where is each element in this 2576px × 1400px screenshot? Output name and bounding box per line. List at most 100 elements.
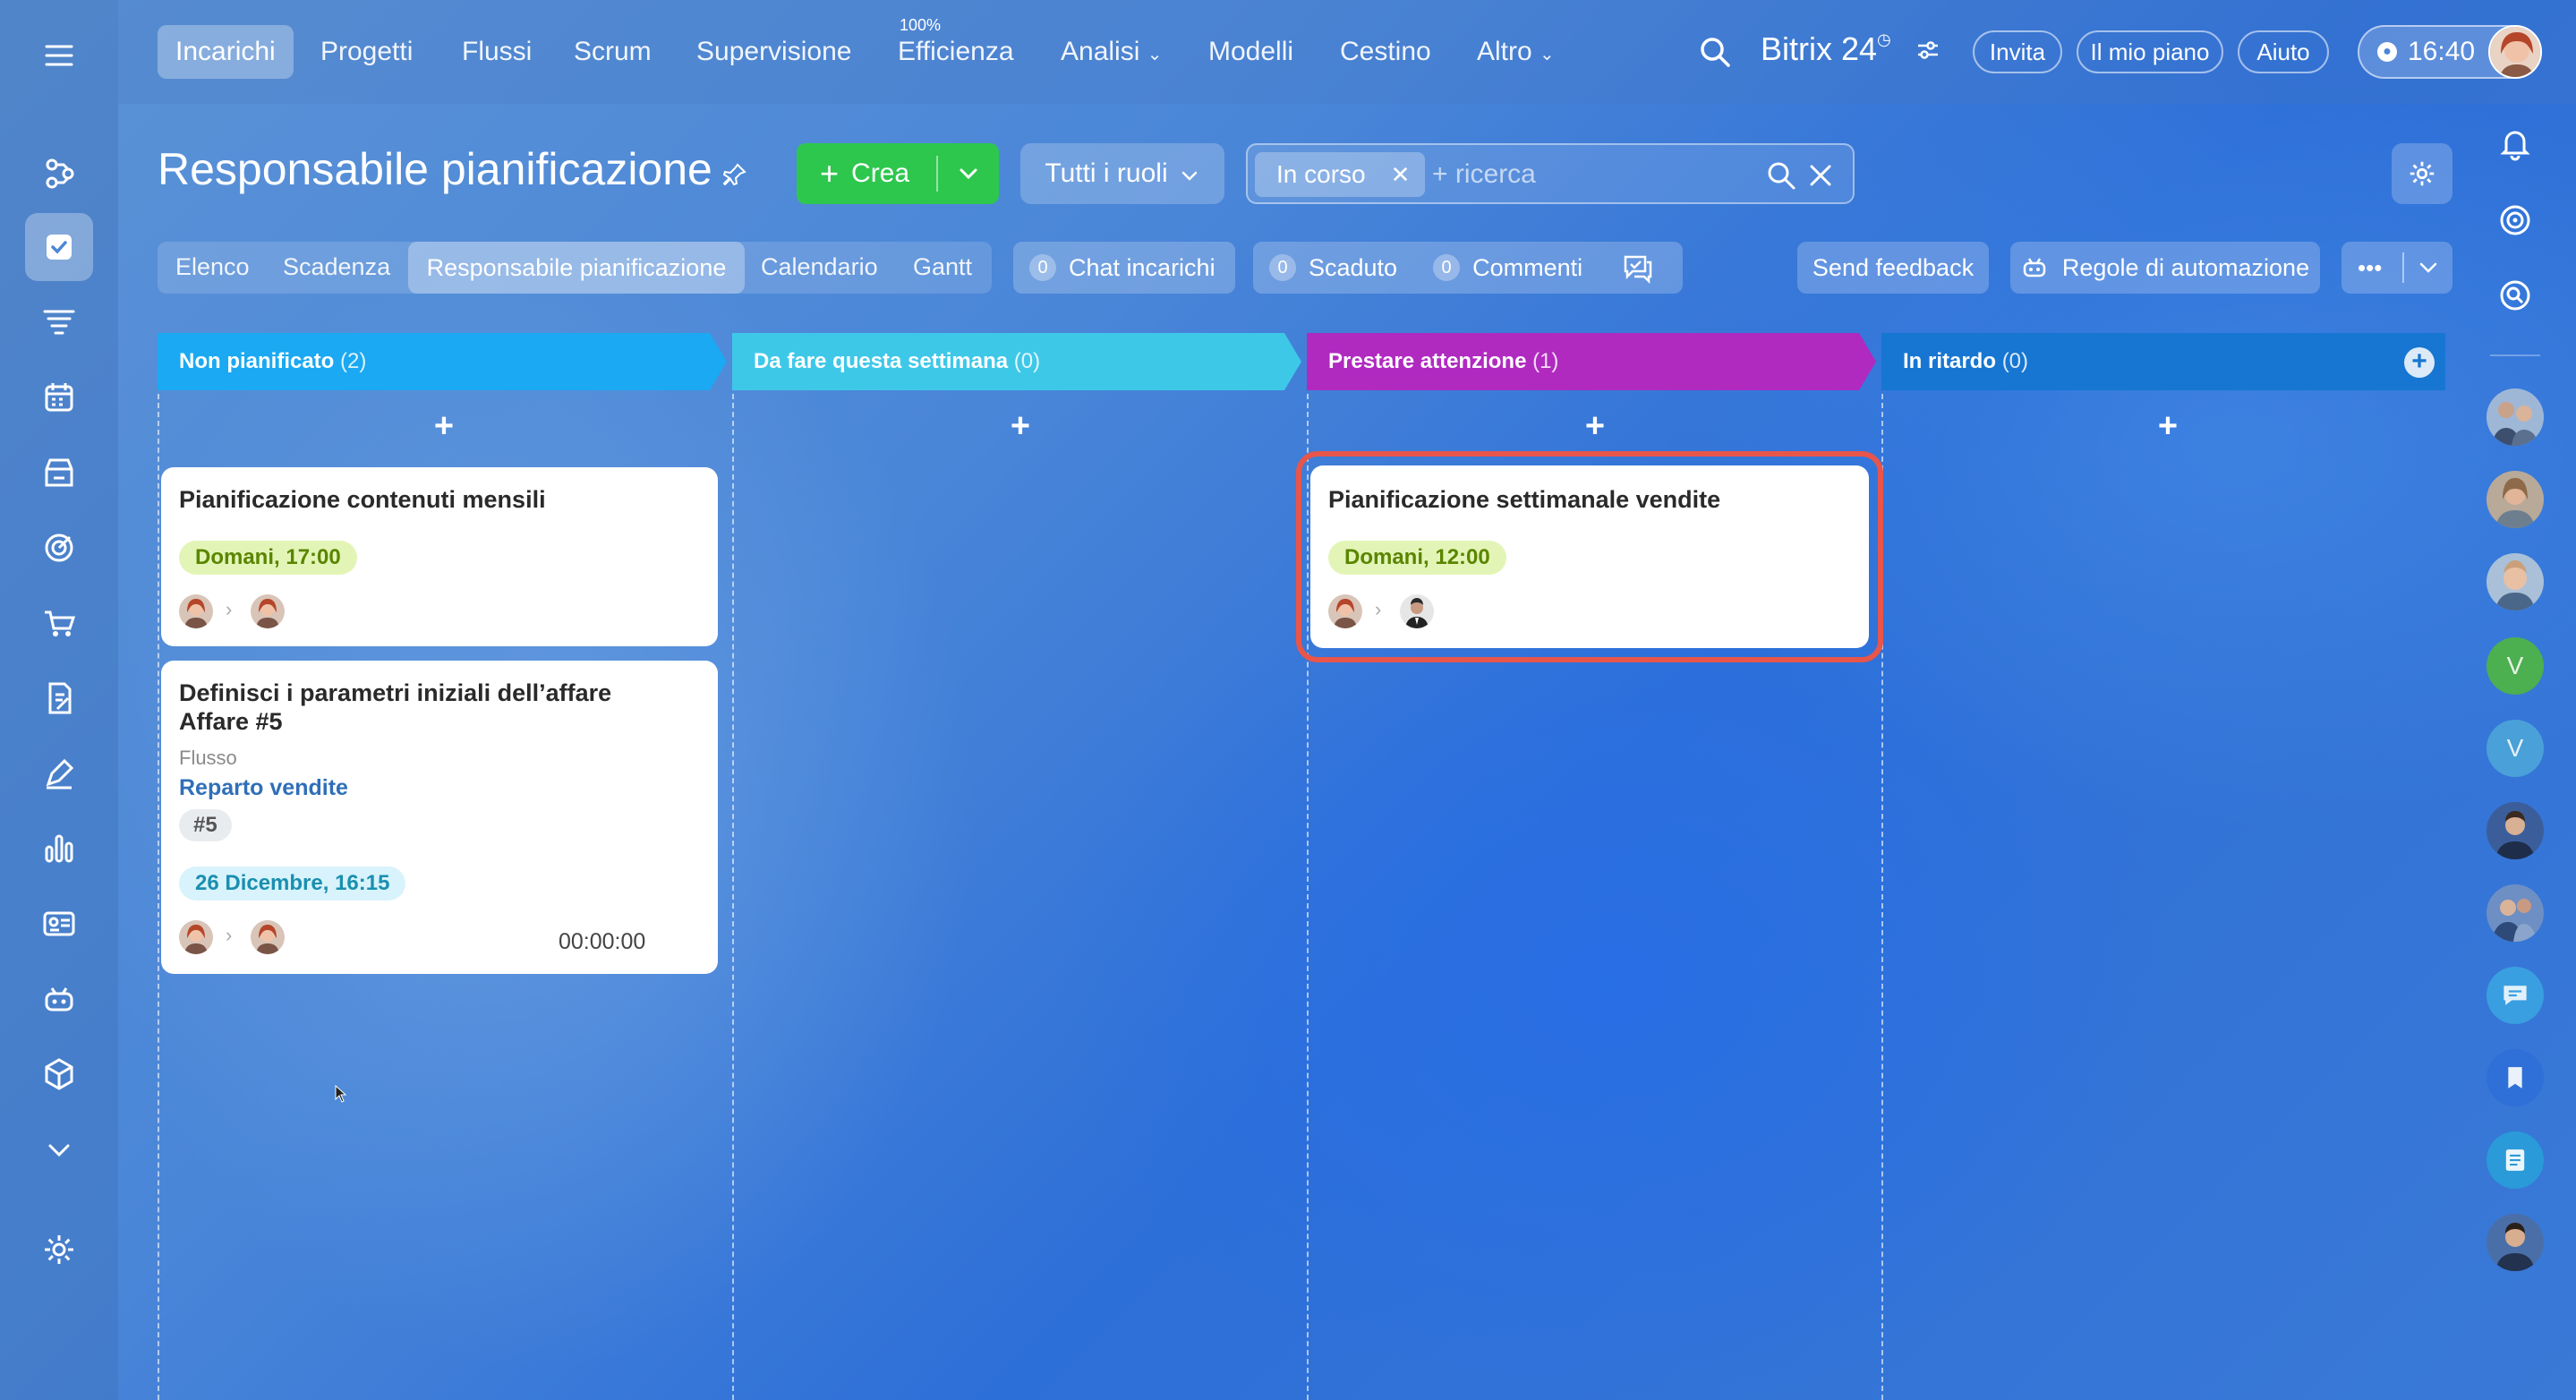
close-icon[interactable]: ✕ (1391, 161, 1411, 189)
bell-icon[interactable] (2488, 116, 2542, 170)
nav-progetti[interactable]: Progetti (320, 25, 413, 79)
chat-bubble-check-icon[interactable] (1622, 252, 1654, 285)
overdue-label[interactable]: Scaduto (1309, 254, 1397, 282)
tag-badge[interactable]: #5 (179, 809, 232, 841)
creator-avatar[interactable] (179, 920, 213, 954)
nav-altro[interactable]: Altro ⌄ (1477, 25, 1555, 79)
column-header-non-pianificato[interactable]: Non pianificato (2) (158, 333, 727, 390)
tasks-icon[interactable] (25, 213, 93, 281)
chevron-down-icon[interactable] (2417, 256, 2440, 279)
store-icon[interactable] (36, 449, 82, 496)
task-title[interactable]: Pianificazione settimanale vendite (1328, 485, 1720, 514)
overdue-count-badge[interactable]: 0 (1269, 254, 1296, 281)
menu-icon[interactable] (36, 32, 82, 79)
creator-avatar[interactable] (179, 594, 213, 628)
nav-scrum[interactable]: Scrum (574, 25, 652, 79)
send-feedback-button[interactable]: Send feedback (1797, 242, 1989, 294)
group-chat-avatar[interactable] (2486, 388, 2544, 446)
column-header-in-ritardo[interactable]: In ritardo (0) (1881, 333, 2445, 390)
contact-avatar[interactable] (2486, 1214, 2544, 1271)
robot-icon[interactable] (36, 976, 82, 1022)
create-button[interactable]: + Crea (797, 143, 999, 204)
help-button[interactable]: Aiuto (2238, 30, 2329, 73)
contact-avatar[interactable] (2486, 802, 2544, 859)
add-task-button[interactable]: + (426, 407, 462, 446)
search-filter-bar[interactable]: In corso ✕ + ricerca (1246, 143, 1855, 204)
nav-modelli[interactable]: Modelli (1208, 25, 1293, 79)
clear-icon[interactable] (1804, 159, 1837, 192)
search-icon[interactable] (1765, 159, 1797, 192)
nav-efficienza[interactable]: Efficienza (898, 25, 1014, 79)
search-input[interactable]: + ricerca (1432, 159, 1536, 190)
target-circle-icon[interactable] (2488, 193, 2542, 247)
contact-avatar[interactable] (2486, 553, 2544, 610)
column-header-prestare-attenzione[interactable]: Prestare attenzione (1) (1307, 333, 1876, 390)
deadline-badge[interactable]: Domani, 17:00 (179, 541, 357, 575)
task-title[interactable]: Pianificazione contenuti mensili (179, 485, 546, 514)
contact-avatar-initial[interactable]: V (2486, 637, 2544, 695)
add-column-button[interactable]: + (2404, 347, 2435, 378)
flow-link[interactable]: Reparto vendite (179, 775, 348, 801)
invite-button[interactable]: Invita (1973, 30, 2062, 73)
search-icon[interactable] (1697, 34, 1733, 70)
chevron-down-icon[interactable] (956, 161, 981, 186)
deadline-badge[interactable]: 26 Dicembre, 16:15 (179, 866, 406, 901)
comments-count-badge[interactable]: 0 (1433, 254, 1461, 281)
package-icon[interactable] (36, 1051, 82, 1097)
chat-search-icon[interactable] (2488, 269, 2542, 322)
bookmark-icon[interactable] (2486, 1049, 2544, 1106)
task-card[interactable]: Definisci i parametri iniziali dell’affa… (161, 661, 718, 974)
tab-calendario[interactable]: Calendario (761, 253, 878, 281)
brand-logo[interactable]: Bitrix 24◷ (1761, 30, 1891, 68)
nav-incarichi[interactable]: Incarichi (158, 25, 294, 79)
notes-icon[interactable] (2486, 1131, 2544, 1189)
contact-card-icon[interactable] (36, 901, 82, 947)
flows-icon[interactable] (36, 150, 82, 197)
add-task-button[interactable]: + (1002, 407, 1038, 446)
time-tracker[interactable]: 00:00:00 (559, 929, 645, 955)
nav-flussi[interactable]: Flussi (462, 25, 532, 79)
pin-icon[interactable] (721, 161, 748, 188)
responsible-avatar[interactable] (251, 920, 285, 954)
filter-funnel-icon[interactable] (36, 299, 82, 346)
nav-supervisione[interactable]: Supervisione (696, 25, 851, 79)
deadline-badge[interactable]: Domani, 12:00 (1328, 541, 1506, 575)
my-plan-button[interactable]: Il mio piano (2077, 30, 2223, 73)
pen-icon[interactable] (36, 750, 82, 797)
comments-label[interactable]: Commenti (1472, 254, 1582, 282)
responsible-avatar[interactable] (1400, 594, 1434, 628)
add-task-button[interactable]: + (1577, 407, 1613, 446)
analytics-icon[interactable] (36, 825, 82, 872)
contact-avatar[interactable] (2486, 471, 2544, 528)
document-sign-icon[interactable] (36, 675, 82, 721)
nav-analisi[interactable]: Analisi ⌄ (1061, 25, 1162, 79)
chat-bubble-icon[interactable] (2486, 967, 2544, 1024)
board-settings-button[interactable] (2392, 143, 2452, 204)
column-header-da-fare-questa-settimana[interactable]: Da fare questa settimana (0) (732, 333, 1301, 390)
task-card[interactable]: Pianificazione settimanale vendite Doman… (1310, 465, 1869, 648)
sliders-icon[interactable] (1915, 38, 1941, 63)
tab-scadenza[interactable]: Scadenza (283, 253, 390, 281)
automation-rules-button[interactable]: Regole di automazione (2010, 242, 2320, 294)
nav-cestino[interactable]: Cestino (1340, 25, 1431, 79)
more-actions-button[interactable]: ••• (2341, 242, 2452, 294)
target-icon[interactable] (36, 525, 82, 571)
add-task-button[interactable]: + (2150, 407, 2186, 446)
calendar-icon[interactable] (36, 374, 82, 421)
settings-gear-icon[interactable] (36, 1226, 82, 1273)
tab-responsabile-pianificazione[interactable]: Responsabile pianificazione (408, 242, 745, 294)
tab-elenco[interactable]: Elenco (175, 253, 250, 281)
cart-icon[interactable] (36, 600, 82, 646)
task-chat-button[interactable]: 0 Chat incarichi (1013, 242, 1235, 294)
roles-dropdown[interactable]: Tutti i ruoli (1020, 143, 1224, 204)
responsible-avatar[interactable] (251, 594, 285, 628)
task-card[interactable]: Pianificazione contenuti mensili Domani,… (161, 467, 718, 646)
tab-gantt[interactable]: Gantt (913, 253, 972, 281)
contact-avatar-initial[interactable]: V (2486, 720, 2544, 777)
task-title-line-1[interactable]: Definisci i parametri iniziali dell’affa… (179, 679, 611, 707)
filter-chip[interactable]: In corso ✕ (1255, 152, 1425, 197)
task-title-line-2[interactable]: Affare #5 (179, 707, 283, 736)
creator-avatar[interactable] (1328, 594, 1362, 628)
chevron-down-icon[interactable] (36, 1126, 82, 1173)
user-avatar[interactable] (2488, 25, 2542, 79)
